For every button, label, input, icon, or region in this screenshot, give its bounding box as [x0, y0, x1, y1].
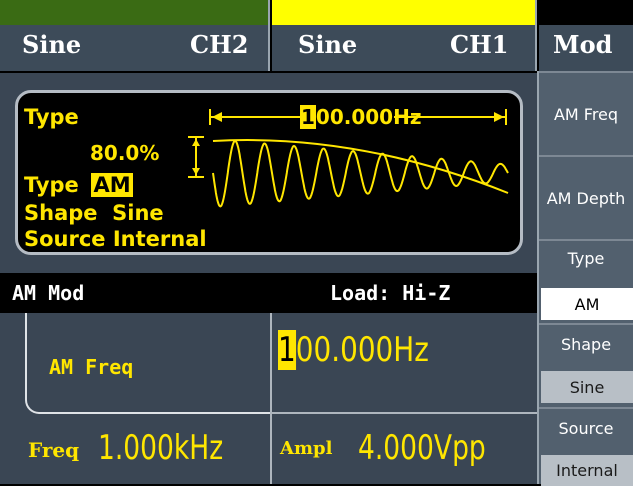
softkey-am-depth[interactable]: AM Depth — [539, 155, 633, 239]
menu-title-bar — [539, 0, 633, 25]
ch2-waveform-label: Sine — [22, 30, 82, 59]
softkey-am-depth-label: AM Depth — [546, 188, 626, 208]
softkey-type-title: Type — [567, 249, 605, 268]
ch1-indicator-bar — [272, 0, 535, 25]
value-rest-digits: 00.000Hz — [295, 330, 429, 370]
freq-label: Freq — [28, 438, 80, 462]
ampl-readout[interactable]: Ampl 4.000Vpp — [280, 428, 535, 478]
ch1-channel-label: CH1 — [450, 30, 509, 59]
ampl-label: Ampl — [280, 438, 333, 459]
load-label: Load: Hi-Z — [330, 281, 451, 305]
ch1-waveform-label: Sine — [298, 30, 358, 59]
softkey-shape[interactable]: Shape Sine — [539, 323, 633, 407]
menu-title-label: Mod — [553, 30, 613, 59]
softkey-source-title: Source — [558, 419, 614, 438]
softkey-source[interactable]: Source Internal — [539, 407, 633, 486]
softkey-shape-value: Sine — [541, 371, 633, 403]
softkey-shape-title: Shape — [560, 335, 612, 354]
am-waveform-graphic — [188, 105, 509, 208]
value-cursor-digit: 1 — [278, 330, 296, 370]
softkey-am-freq[interactable]: AM Freq — [539, 71, 633, 155]
param-divider-horizontal — [270, 412, 537, 414]
softkey-am-freq-label: AM Freq — [553, 104, 619, 124]
channel-tab-ch2[interactable]: Sine CH2 — [0, 0, 270, 71]
mode-label: AM Mod — [12, 281, 85, 305]
freq-span-value: 100.000Hz — [300, 105, 421, 129]
status-bar: AM Mod Load: Hi-Z — [0, 273, 537, 313]
selected-param-label: AM Freq — [49, 355, 134, 379]
freq-span-rest: 00.000Hz — [315, 105, 422, 129]
freq-readout[interactable]: Freq 1.000kHz — [28, 428, 268, 478]
selected-param-box[interactable]: AM Freq — [25, 313, 270, 414]
menu-title: Mod — [539, 0, 633, 71]
softkey-source-value: Internal — [541, 455, 633, 486]
ch2-indicator-bar — [0, 0, 268, 25]
freq-value: 1.000kHz — [98, 428, 224, 468]
waveform-display: Type 80.0% Type AM Shape Sine Source Int… — [15, 90, 523, 255]
param-divider-vertical — [270, 313, 272, 484]
softkey-type-value: AM — [541, 288, 633, 320]
ampl-value: 4.000Vpp — [358, 428, 486, 468]
freq-span-cursor: 1 — [300, 105, 316, 129]
ch2-channel-label: CH2 — [190, 30, 249, 59]
channel-tab-ch1[interactable]: Sine CH1 — [272, 0, 537, 71]
softkey-type[interactable]: Type AM — [539, 239, 633, 323]
selected-param-value[interactable]: 100.000Hz — [278, 330, 429, 370]
